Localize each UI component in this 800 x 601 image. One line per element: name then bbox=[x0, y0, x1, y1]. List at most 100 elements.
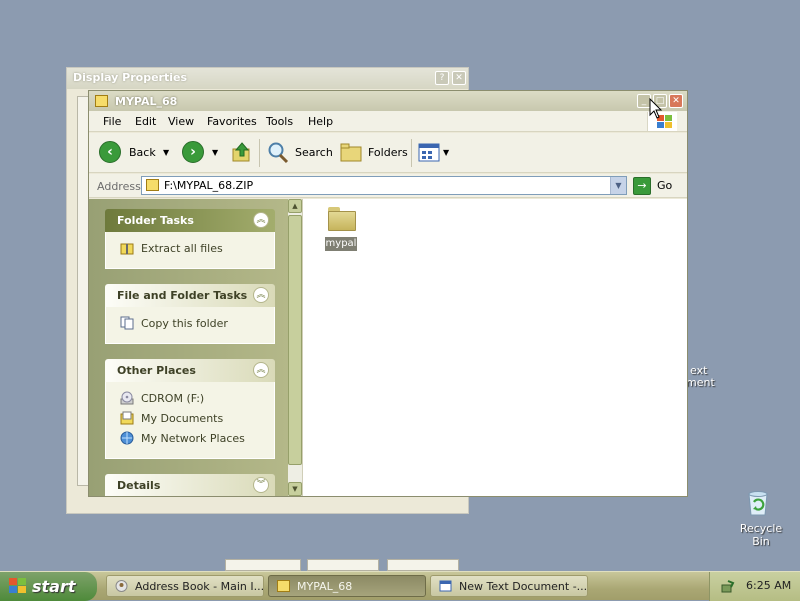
other-places-header[interactable]: Other Places ︽ bbox=[105, 359, 275, 382]
go-label: Go bbox=[657, 179, 673, 192]
search-button[interactable]: Search bbox=[266, 141, 333, 165]
back-dropdown-icon[interactable]: ▼ bbox=[163, 148, 169, 157]
search-icon bbox=[268, 142, 289, 164]
forward-arrow-icon: › bbox=[182, 141, 204, 163]
dialog-ok-button[interactable] bbox=[225, 559, 301, 571]
recycle-bin[interactable]: Recycle Bin bbox=[730, 490, 792, 548]
close-button[interactable]: ✕ bbox=[669, 94, 683, 108]
address-book-icon bbox=[115, 580, 128, 592]
toolbar-separator bbox=[411, 139, 412, 167]
task-extract-all-label: Extract all files bbox=[141, 242, 223, 255]
taskbar-item-notepad[interactable]: New Text Document -... bbox=[430, 575, 588, 597]
network-places-icon bbox=[120, 431, 134, 445]
details-title: Details bbox=[117, 479, 161, 492]
toolbar: ‹ Back ▼ › ▼ Search Folders ▼ bbox=[89, 133, 687, 173]
zip-folder-icon bbox=[146, 179, 159, 191]
menu-tools[interactable]: Tools bbox=[266, 115, 293, 128]
file-folder-tasks-body: Copy this folder bbox=[105, 307, 275, 344]
details-header[interactable]: Details ︾ bbox=[105, 474, 275, 496]
extract-icon bbox=[120, 243, 134, 255]
up-folder-icon bbox=[232, 142, 250, 162]
menu-file[interactable]: File bbox=[103, 115, 121, 128]
dialog-title: Display Properties bbox=[73, 71, 188, 84]
other-places-body: CDROM (F:) My Documents My Network Place… bbox=[105, 382, 275, 459]
desktop: Display Properties ? ✕ ext ment Recycle … bbox=[0, 0, 800, 571]
menu-bar: File Edit View Favorites Tools Help bbox=[89, 111, 687, 132]
window-titlebar[interactable]: MYPAL_68 _ □ ✕ bbox=[89, 91, 687, 111]
folder-tasks-body: Extract all files bbox=[105, 232, 275, 269]
forward-button[interactable]: › ▼ bbox=[182, 141, 222, 165]
file-list[interactable]: mypal bbox=[302, 199, 687, 496]
dialog-close-button[interactable]: ✕ bbox=[452, 71, 466, 85]
dialog-apply-button[interactable] bbox=[387, 559, 459, 571]
content-area: Folder Tasks ︽ Extract all files File an… bbox=[89, 199, 687, 496]
task-pane: Folder Tasks ︽ Extract all files File an… bbox=[89, 199, 288, 496]
address-bar: Address F:\MYPAL_68.ZIP ▼ → Go bbox=[89, 174, 687, 198]
dialog-titlebar[interactable]: Display Properties bbox=[67, 68, 468, 89]
expand-chevron-icon[interactable]: ︾ bbox=[253, 477, 269, 493]
file-folder-tasks-title: File and Folder Tasks bbox=[117, 289, 248, 302]
file-folder-tasks-header[interactable]: File and Folder Tasks ︽ bbox=[105, 284, 275, 307]
task-extract-all[interactable]: Extract all files bbox=[106, 238, 274, 258]
recycle-bin-icon bbox=[748, 491, 768, 516]
safely-remove-hardware-icon[interactable] bbox=[720, 579, 735, 594]
zip-folder-icon bbox=[277, 580, 290, 592]
dialog-cancel-button[interactable] bbox=[307, 559, 379, 571]
collapse-chevron-icon[interactable]: ︽ bbox=[253, 212, 269, 228]
menu-favorites[interactable]: Favorites bbox=[207, 115, 257, 128]
forward-dropdown-icon[interactable]: ▼ bbox=[212, 148, 218, 157]
back-label: Back bbox=[129, 146, 156, 159]
mouse-cursor-icon bbox=[649, 98, 663, 119]
other-places-panel: Other Places ︽ CDROM (F:) My Documents M… bbox=[105, 359, 275, 459]
taskbar-item-mypal[interactable]: MYPAL_68 bbox=[268, 575, 426, 597]
up-folder-button[interactable] bbox=[231, 141, 253, 165]
back-button[interactable]: ‹ Back ▼ bbox=[99, 141, 171, 165]
task-pane-scrollbar[interactable]: ▲ ▼ bbox=[288, 199, 302, 496]
menu-edit[interactable]: Edit bbox=[135, 115, 156, 128]
menu-view[interactable]: View bbox=[168, 115, 194, 128]
other-places-title: Other Places bbox=[117, 364, 196, 377]
place-cdrom[interactable]: CDROM (F:) bbox=[106, 388, 274, 408]
views-button[interactable]: ▼ bbox=[418, 141, 452, 165]
views-icon bbox=[418, 143, 440, 162]
views-dropdown-icon[interactable]: ▼ bbox=[443, 148, 449, 157]
scroll-up-icon[interactable]: ▲ bbox=[288, 199, 302, 213]
place-my-network-label: My Network Places bbox=[141, 432, 245, 445]
cdrom-drive-icon bbox=[120, 391, 134, 405]
go-arrow-icon: → bbox=[633, 177, 651, 195]
place-cdrom-label: CDROM (F:) bbox=[141, 392, 205, 405]
place-my-network[interactable]: My Network Places bbox=[106, 428, 274, 448]
address-input[interactable]: F:\MYPAL_68.ZIP ▼ bbox=[141, 176, 627, 195]
recycle-bin-label: Recycle Bin bbox=[739, 522, 783, 548]
dialog-help-button[interactable]: ? bbox=[435, 71, 449, 85]
address-dropdown-icon[interactable]: ▼ bbox=[610, 177, 626, 194]
collapse-chevron-icon[interactable]: ︽ bbox=[253, 287, 269, 303]
notepad-icon bbox=[439, 580, 452, 592]
start-button[interactable]: start bbox=[0, 572, 97, 601]
taskbar-item-address-book[interactable]: Address Book - Main I... bbox=[106, 575, 264, 597]
windows-flag-icon bbox=[9, 578, 27, 595]
clock[interactable]: 6:25 AM bbox=[746, 579, 791, 592]
folder-tasks-header[interactable]: Folder Tasks ︽ bbox=[105, 209, 275, 232]
copy-icon bbox=[120, 316, 134, 330]
my-documents-icon bbox=[120, 411, 134, 425]
explorer-window[interactable]: MYPAL_68 _ □ ✕ File Edit View Favorites … bbox=[88, 90, 688, 497]
address-value: F:\MYPAL_68.ZIP bbox=[164, 179, 254, 192]
folders-label: Folders bbox=[368, 146, 408, 159]
scroll-down-icon[interactable]: ▼ bbox=[288, 482, 302, 496]
place-my-documents[interactable]: My Documents bbox=[106, 408, 274, 428]
file-item-label: mypal bbox=[325, 237, 357, 251]
toolbar-separator bbox=[259, 139, 260, 167]
folder-tasks-title: Folder Tasks bbox=[117, 214, 194, 227]
menu-help[interactable]: Help bbox=[308, 115, 333, 128]
desktop-icon-label-line2[interactable]: ment bbox=[686, 376, 715, 389]
search-label: Search bbox=[295, 146, 333, 159]
folders-button[interactable]: Folders bbox=[340, 141, 408, 165]
file-item-mypal[interactable]: mypal bbox=[325, 207, 359, 255]
collapse-chevron-icon[interactable]: ︽ bbox=[253, 362, 269, 378]
place-my-documents-label: My Documents bbox=[141, 412, 224, 425]
system-tray: 6:25 AM bbox=[709, 572, 800, 601]
scroll-thumb[interactable] bbox=[288, 215, 302, 465]
task-copy-folder[interactable]: Copy this folder bbox=[106, 313, 274, 333]
start-label: start bbox=[32, 577, 76, 596]
